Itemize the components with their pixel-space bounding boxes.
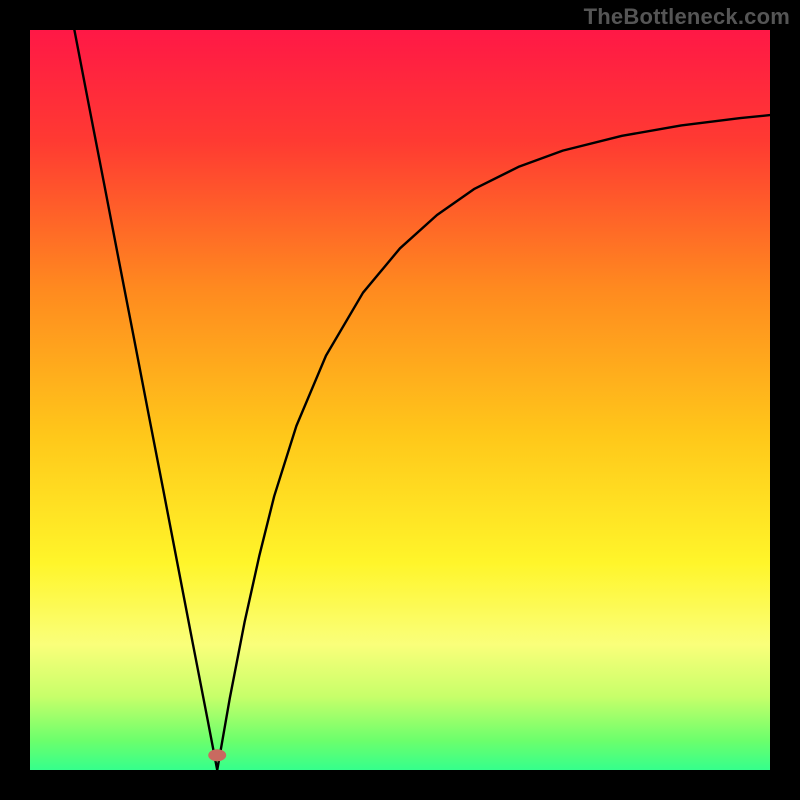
watermark-text: TheBottleneck.com [584,4,790,30]
chart-svg [30,30,770,770]
chart-frame: TheBottleneck.com [0,0,800,800]
gradient-background [30,30,770,770]
plot-area [30,30,770,770]
marker-dot [208,749,226,761]
